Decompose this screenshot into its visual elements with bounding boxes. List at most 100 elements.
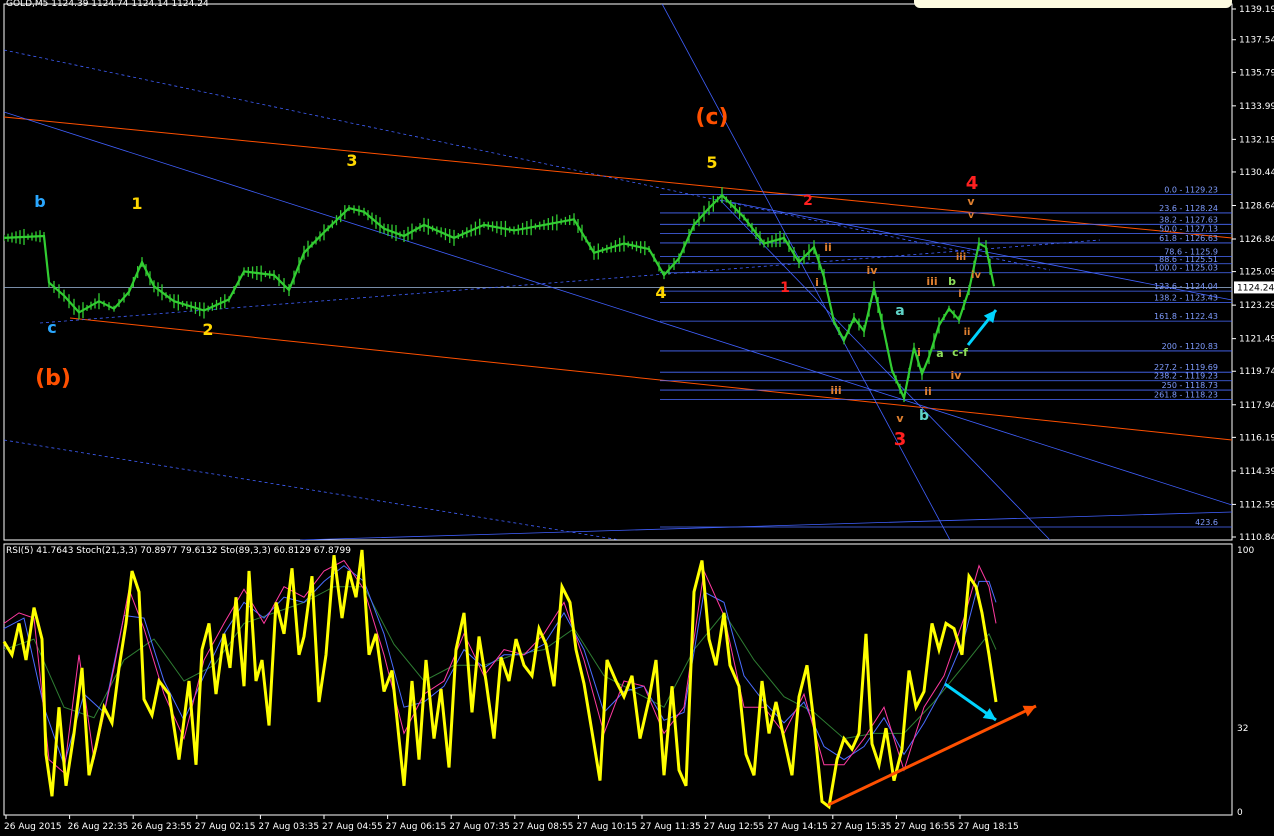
wave-label: (b) [35,366,71,391]
wave-label: v [968,211,974,221]
wave-label: iv [867,264,879,277]
wave-label: b [948,275,956,288]
fib-level-label: 123.6 - 1124.04 [1154,282,1218,291]
wave-label: ii [964,327,971,338]
price-tick-label: 1110.84 [1239,533,1274,543]
price-panel-frame [3,3,1233,541]
orange-trendline-upper [4,116,1232,239]
time-tick-label: 26 Aug 2015 [4,822,62,832]
time-tick-label: 27 Aug 14:15 [767,822,828,832]
wave-label: iii [830,384,841,397]
wave-label: 3 [894,429,907,450]
wave-label: 4 [966,173,979,194]
wave-label: i [917,346,921,359]
fib-level-label: 423.6 [1195,518,1218,527]
price-tick-label: 1119.74 [1239,367,1274,377]
indicator-panel-frame [3,543,1233,816]
wave-label: iv [951,369,963,382]
blue-trendline-5 [661,4,951,540]
wave-label: 4 [655,283,666,302]
price-tick-label: 1125.09 [1239,268,1274,278]
indicator-tick-label: 100 [1237,546,1254,556]
time-tick-label: 27 Aug 06:15 [386,822,447,832]
blue-trendline-4 [39,239,1101,324]
wave-label: iii [926,275,937,288]
price-tick-label: 1112.59 [1239,500,1274,510]
price-tick-label: 1123.29 [1239,301,1274,311]
blue-trendline-1 [4,111,1232,506]
fib-level-label: 38.2 - 1127.63 [1159,215,1218,224]
fib-level-label: 138.2 - 1123.43 [1154,294,1218,303]
indicator-tick-label: 32 [1237,724,1248,734]
blue-trendline-7 [299,511,1232,540]
wave-label: b [919,408,929,424]
wave-label: v [967,195,975,208]
wave-label: 2 [202,320,213,339]
time-tick-label: 27 Aug 11:35 [640,822,701,832]
time-tick-label: 27 Aug 04:55 [322,822,383,832]
wave-label: iv [971,270,981,281]
symbol-info: GOLD,M5 1124.39 1124.74 1124.14 1124.24 [6,0,209,9]
cyan-rsi-arrow-head [982,708,996,720]
price-tick-label: 1126.84 [1239,235,1274,245]
price-tick-label: 1116.19 [1239,433,1274,443]
blue-trendline-3 [4,439,621,540]
wave-label: a [936,347,943,360]
wave-label: 1 [780,280,790,296]
price-tick-label: 1128.64 [1239,201,1274,211]
fib-level-label: 238.2 - 1119.23 [1154,372,1218,381]
fib-level-label: 250 - 1118.73 [1162,381,1218,390]
wave-label: c-f [952,346,968,359]
fib-level-label: 161.8 - 1122.43 [1154,312,1218,321]
wave-label: i [958,289,961,300]
wave-label: (c) [695,105,728,130]
wave-label: ii [924,385,932,398]
wave-label: iii [956,252,966,263]
fib-level-label: 200 - 1120.83 [1162,342,1218,351]
trading-chart: 1139.19 1137.54 1135.79 1133.99 1132.19 1130.… [2,3,1274,832]
fib-level-label: 50.0 - 1127.13 [1159,225,1218,234]
wave-label: a [895,303,904,319]
wave-label: 2 [803,193,813,209]
time-tick-label: 26 Aug 23:55 [131,822,192,832]
time-tick-label: 27 Aug 07:35 [449,822,510,832]
price-tick-label: 1137.54 [1239,36,1274,46]
price-tick-label: 1139.19 [1239,5,1274,15]
fib-level-label: 0.0 - 1129.23 [1164,185,1218,194]
orange-trendline-lower [69,317,1232,441]
wave-label: b [34,192,45,211]
wave-label: v [896,412,904,425]
wave-label: 5 [706,153,717,172]
price-tick-label: 1114.39 [1239,467,1274,477]
rsi-line [2,549,998,810]
price-tick-label: 1130.44 [1239,168,1274,178]
price-tick-label: 1121.49 [1239,335,1274,345]
time-tick-label: 26 Aug 22:35 [68,822,129,832]
wave-label: 3 [346,151,357,170]
price-tick-label: 1132.19 [1239,135,1274,145]
fib-level-label: 23.6 - 1128.24 [1159,204,1218,213]
wave-label: ii [824,241,832,254]
fib-level-label: 88.6 - 1125.51 [1159,255,1218,264]
blue-trendline-6 [719,199,1051,540]
price-tick-label: 1133.99 [1239,102,1274,112]
time-tick-label: 27 Aug 10:15 [576,822,637,832]
info-panel [914,0,1232,8]
time-tick-label: 27 Aug 12:55 [704,822,765,832]
wave-label: c [47,318,56,337]
price-tick-label: 1117.94 [1239,401,1274,411]
fib-level-label: 100.0 - 1125.03 [1154,264,1218,273]
time-tick-label: 27 Aug 03:35 [258,822,319,832]
price-layer: 0.0 - 1129.23 23.6 - 1128.24 38.2 - 1127.6… [4,4,1232,540]
time-tick-label: 27 Aug 02:15 [195,822,256,832]
time-tick-label: 27 Aug 08:55 [513,822,574,832]
time-tick-label: 27 Aug 18:15 [958,822,1019,832]
price-series-line [4,193,996,402]
time-tick-label: 27 Aug 15:35 [831,822,892,832]
indicator-tick-label: 0 [1237,808,1243,818]
price-tick-label: 1135.79 [1239,68,1274,78]
indicator-info: RSI(5) 41.7643 Stoch(21,3,3) 70.8977 79.… [6,546,351,556]
time-tick-label: 27 Aug 16:55 [894,822,955,832]
fib-level-label: 261.8 - 1118.23 [1154,390,1218,399]
wave-label: i [815,276,819,289]
